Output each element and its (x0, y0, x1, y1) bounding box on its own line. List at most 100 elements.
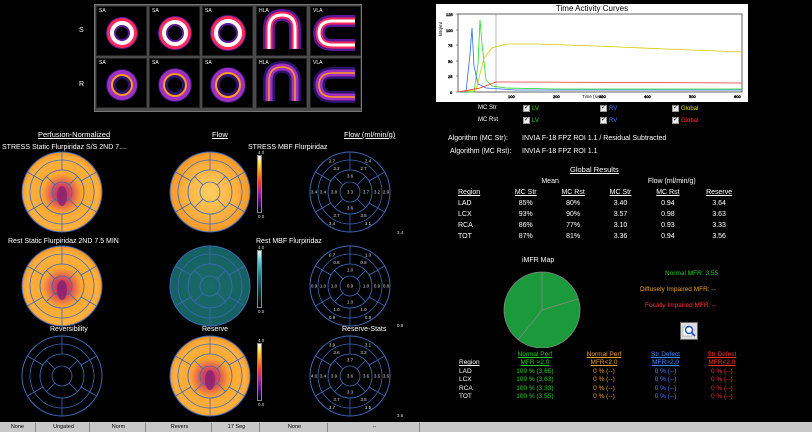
stress-flow-values-bullseye[interactable]: 2.42.93.13.43.42.72.73.23.53.73.43.23.63… (308, 150, 392, 234)
status-field[interactable]: -- (330, 423, 420, 432)
slice-thumbnail[interactable]: VLA (310, 58, 361, 108)
results-column-header: Region (458, 189, 481, 196)
rest-flow-bullseye[interactable] (168, 244, 252, 328)
results-cell: LAD (458, 200, 472, 207)
segment-value: 3.5 (360, 213, 367, 218)
global-rst-toggle[interactable]: Global (672, 116, 698, 124)
imfr-focal: Focally Impaired MFR: -- (645, 302, 717, 309)
rv-str-toggle[interactable]: RV (600, 104, 617, 112)
imfr-cell: 100 % (3.55) (516, 393, 554, 401)
rest-color-scale (257, 250, 262, 308)
mc-str-label: MC Str (478, 105, 497, 111)
imfr-title: iMFR Map (522, 257, 555, 264)
checkbox-icon (600, 116, 607, 124)
imfr-pie[interactable] (498, 268, 586, 348)
imfr-column-header: Region (459, 359, 480, 367)
checkbox-icon (523, 104, 530, 112)
imfr-cell: 0 % (--) (711, 376, 733, 384)
imfr-column-header: MFR<2.0 (708, 359, 736, 367)
lv-rst-toggle[interactable]: LV (523, 116, 539, 124)
results-cell: 0.94 (661, 200, 675, 207)
slice-view-label: SA (99, 60, 106, 66)
mean-group-header: Mean (541, 178, 559, 185)
imfr-cell: 0 % (--) (654, 376, 677, 384)
results-cell: 85% (518, 200, 533, 207)
imfr-column-header: MFR >2.0 (520, 359, 550, 367)
reserve-scale-min: 0.0 (258, 402, 265, 407)
flow-units-header: Flow (ml/min/g) (344, 130, 396, 139)
reserve-stats-bullseye[interactable]: 3.1 3.6 3.5 3.7 4.0 3.9 3.3 3.6 3.5 3.7 3.4 3.6 3.7 3… (308, 334, 392, 418)
segment-value: 3.3 (347, 190, 354, 195)
status-field[interactable]: 17 Seg (214, 423, 260, 432)
imfr-cell: 0 % (--) (654, 367, 677, 375)
segment-value: 3.9 (329, 342, 336, 347)
slice-thumbnail[interactable]: SA (96, 6, 147, 56)
imfr-cell: 100 % (3.33) (516, 384, 554, 392)
status-field[interactable]: Ungated (38, 423, 90, 432)
status-field[interactable]: None (0, 423, 36, 432)
imfr-table: Normal Perf Normal Perf Str Defect Str Defe… (458, 350, 750, 401)
imfr-cell: 0 % (--) (593, 367, 615, 375)
imfr-row: LCX 100 % (3.63) 0 % (--) 0 % (--) 0 % (--) (458, 376, 750, 385)
segment-value: 3.6 (347, 174, 354, 179)
slice-thumbnail[interactable]: SA (149, 58, 200, 108)
stress-perfusion-bullseye[interactable] (20, 150, 104, 234)
results-cell: 0.93 (661, 222, 675, 229)
status-field[interactable]: Norm (92, 423, 146, 432)
segment-value: 3.9 (331, 374, 338, 379)
slice-thumbnail[interactable]: HLA (256, 6, 307, 56)
slice-thumbnail[interactable]: VLA (310, 6, 361, 56)
algo-rst-label: Algorithm (MC Rst): (450, 148, 512, 155)
slice-thumbnail[interactable]: SA (96, 58, 147, 108)
reversibility-bullseye[interactable] (20, 334, 104, 418)
results-cell: 3.64 (712, 200, 726, 207)
slice-view-label: VLA (313, 60, 323, 66)
flow-header: Flow (212, 130, 228, 139)
imfr-column-header: MFR<2.0 (590, 359, 618, 367)
segment-value: 3.5 (360, 397, 367, 402)
slice-view-label: SA (205, 60, 212, 66)
time-activity-chart[interactable]: Time Activity Curves 0 25 50 75 100 125 … (436, 4, 748, 102)
svg-text:25: 25 (448, 74, 453, 79)
segment-value: 3.7 (333, 397, 340, 402)
rv-rst-toggle[interactable]: RV (600, 116, 617, 124)
slice-thumbnail[interactable]: SA (149, 6, 200, 56)
checkbox-icon (600, 104, 607, 112)
slice-image (210, 67, 246, 103)
checkbox-icon (523, 116, 530, 124)
slice-thumbnail[interactable]: HLA (256, 58, 307, 108)
stress-flow-corner: 3.4 (397, 230, 404, 235)
imfr-cell: 0 % (--) (711, 384, 733, 392)
global-str-toggle[interactable]: Global (672, 104, 698, 112)
rest-perfusion-bullseye[interactable] (20, 244, 104, 328)
imfr-column-header: Normal Perf (586, 350, 622, 358)
reserve-stats-corner: 3.6 (397, 413, 404, 418)
imfr-cell: LCX (459, 376, 472, 384)
imfr-cell: LAD (459, 367, 472, 375)
imfr-cell: 0 % (--) (593, 376, 615, 384)
segment-value: 1.0 (331, 284, 338, 289)
stress-scale-min: 0.0 (258, 214, 265, 219)
segment-value: 1.0 (347, 300, 354, 305)
rest-flow-values-bullseye[interactable]: 1.00.80.90.90.90.70.80.91.01.01.00.81.01… (308, 244, 392, 328)
results-cell: 80% (566, 200, 581, 207)
segment-value: 2.9 (383, 190, 390, 195)
algo-rst-value: INVIA F-18 FPZ ROI 1.1 (522, 148, 598, 155)
results-cell: 3.40 (613, 200, 628, 207)
results-cell: 93% (518, 211, 533, 218)
stress-flow-bullseye[interactable] (168, 150, 252, 234)
status-field[interactable]: Revers (148, 423, 212, 432)
results-cell: TOT (458, 233, 472, 240)
svg-text:100: 100 (446, 28, 453, 33)
imfr-column-header: MFR>2.0 (652, 359, 679, 367)
zoom-button[interactable] (680, 322, 698, 340)
reserve-bullseye[interactable] (168, 334, 252, 418)
slice-thumbnail[interactable]: SA (202, 6, 253, 56)
slice-thumbnail[interactable]: SA (202, 58, 253, 108)
rest-flow-corner: 0.9 (397, 323, 404, 328)
reserve-color-scale (257, 343, 262, 401)
stress-color-scale (257, 155, 262, 213)
results-cell: 86% (518, 222, 533, 229)
status-field[interactable]: None (262, 423, 328, 432)
lv-str-toggle[interactable]: LV (523, 104, 539, 112)
